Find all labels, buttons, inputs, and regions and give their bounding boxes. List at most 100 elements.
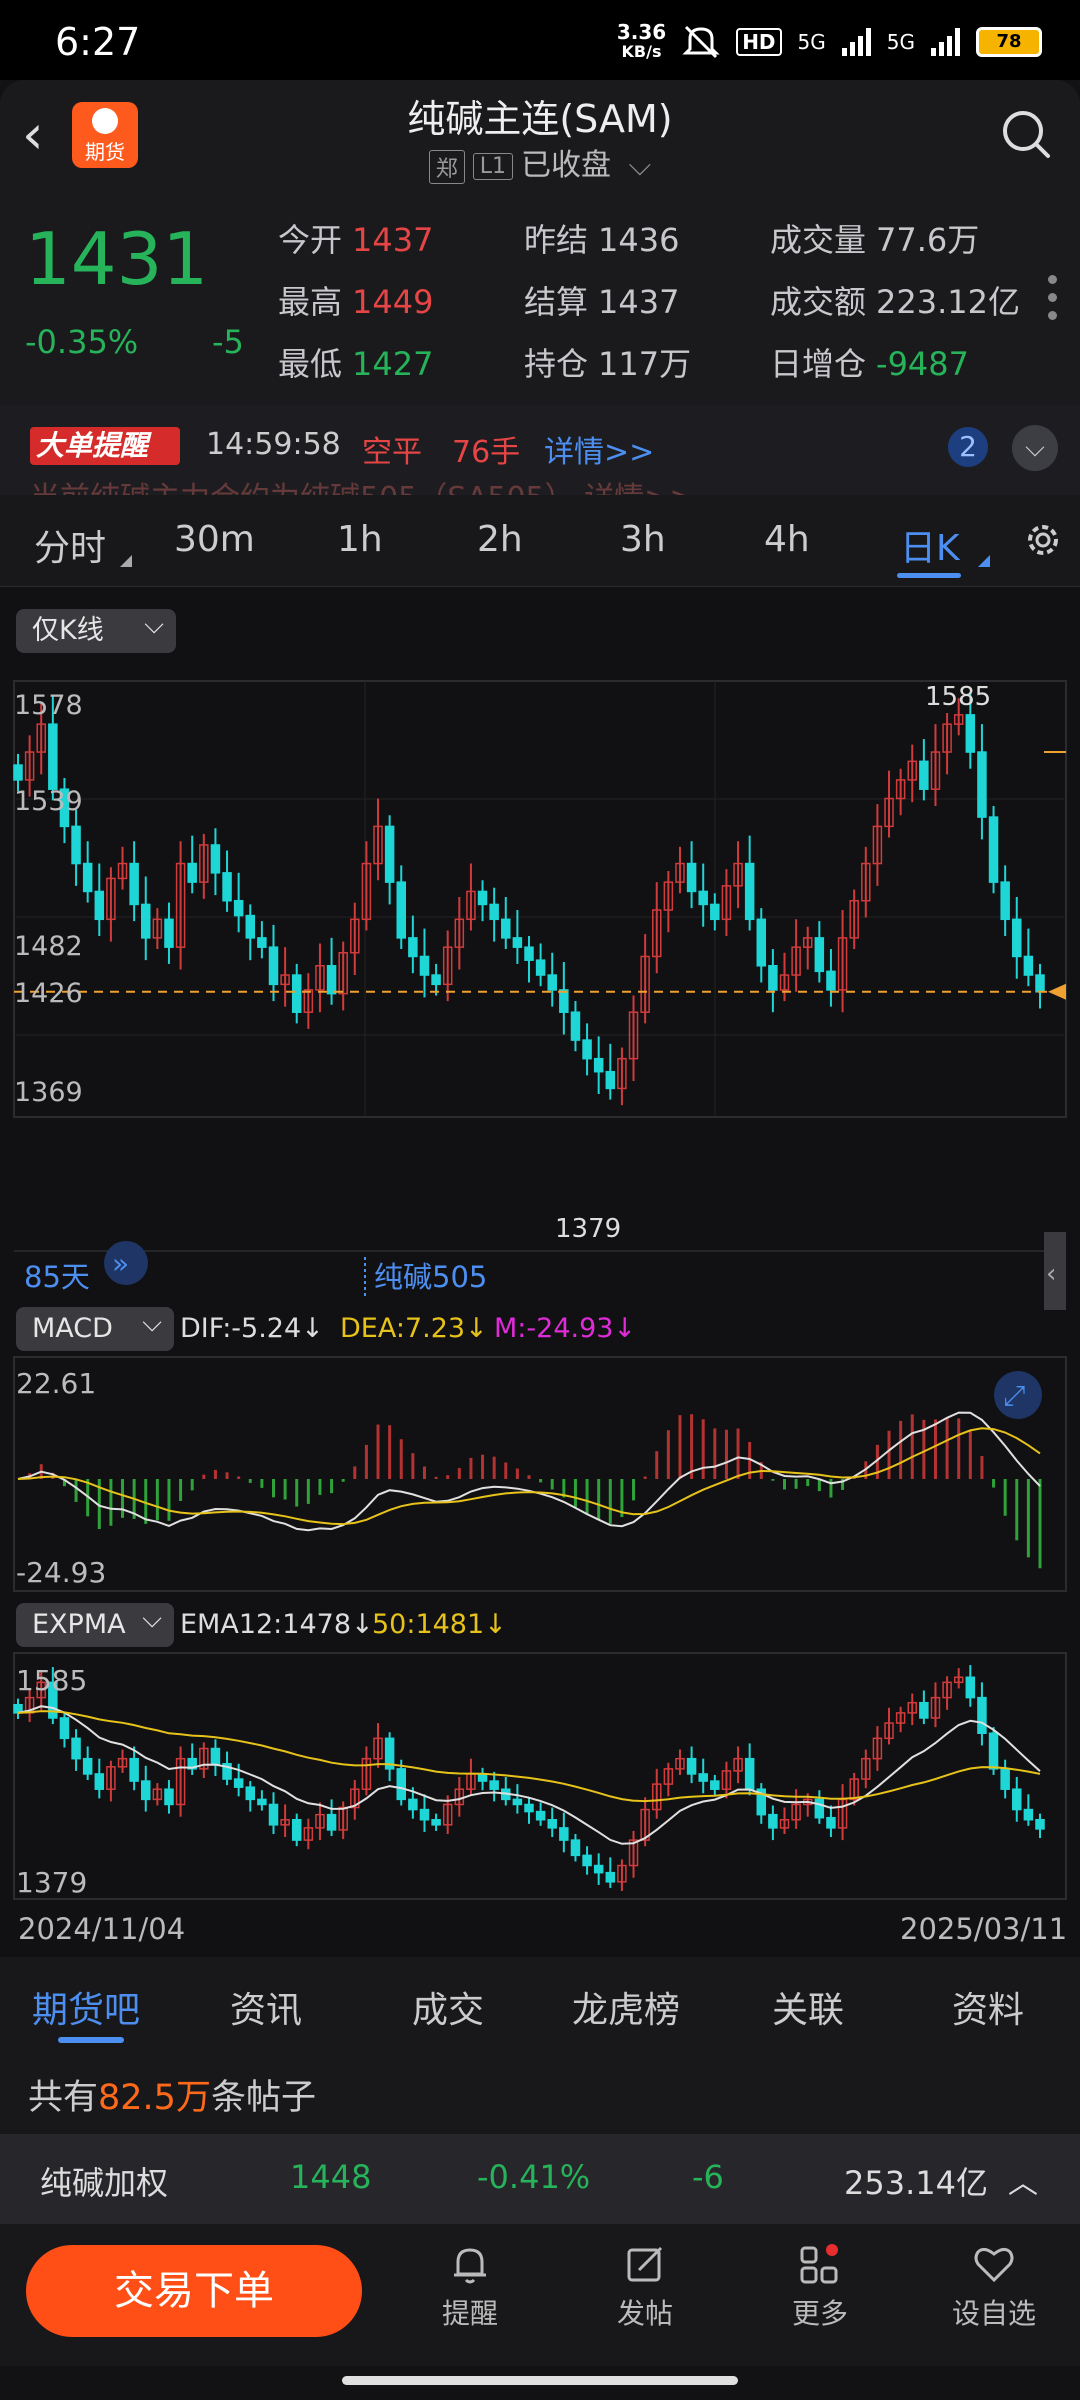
market-state: 已收盘 xyxy=(520,148,611,183)
open-stat: 今开 1437 xyxy=(278,221,434,259)
candle-body xyxy=(965,714,976,753)
market-state-selector[interactable]: 郑 L1 已收盘 ⌵ xyxy=(0,140,1080,184)
signal-icon xyxy=(841,28,871,56)
alert-scroll-text: 当前纯碱主力合约为纯碱505（SA505） 详情>> xyxy=(30,473,694,495)
chart-area[interactable]: 仅K线 1578 1539 1482 1369 1426 1585 1379 8… xyxy=(0,587,1080,1957)
candle-body xyxy=(593,1057,604,1073)
alert-details-link[interactable]: 详情>> xyxy=(544,427,654,471)
candle-body xyxy=(768,1813,778,1829)
candle-body xyxy=(710,1780,720,1790)
alert-action: 空平 xyxy=(362,435,422,470)
candle-body xyxy=(559,1827,569,1841)
tab-leaderboard[interactable]: 龙虎榜 xyxy=(572,1981,680,2033)
tab-4h[interactable]: 4h xyxy=(764,519,810,560)
last-price-arrow-icon xyxy=(1048,983,1066,1000)
candle-body xyxy=(512,1798,523,1806)
candle-body xyxy=(1000,881,1010,921)
tab-timeshare[interactable]: 分时 xyxy=(34,519,106,571)
expand-chevron-icon[interactable]: ⌵ xyxy=(1012,425,1058,471)
dea-value: DEA:7.23↓ xyxy=(340,1313,488,1344)
candle-body xyxy=(408,937,418,958)
change-value: -5 xyxy=(212,323,244,361)
candle-body xyxy=(431,1818,441,1826)
tab-profile[interactable]: 资料 xyxy=(952,1981,1024,2033)
candle-body xyxy=(71,825,81,865)
candle-body xyxy=(698,1773,708,1782)
candle-body xyxy=(164,918,174,948)
oi-stat: 持仓 117万 xyxy=(524,345,692,383)
start-date-label: 2024/11/04 xyxy=(18,1912,185,1946)
more-button[interactable]: 更多 xyxy=(760,2242,880,2332)
candle-body xyxy=(222,872,232,902)
candle-body xyxy=(141,903,151,939)
post-label: 发帖 xyxy=(616,2297,673,2330)
candle-body xyxy=(129,1757,139,1782)
kline-chart[interactable]: 1578 1539 1482 1369 1426 1585 1379 85天 »… xyxy=(0,587,1080,1957)
candle-body xyxy=(570,1011,581,1041)
macd-min-label: -24.93 xyxy=(16,1556,106,1589)
candle-body xyxy=(605,1871,616,1883)
kline-frame xyxy=(13,680,1067,1118)
candle-body xyxy=(94,890,105,921)
more-vertical-icon[interactable] xyxy=(1048,275,1058,329)
header: ‹ 期货 纯碱主连(SAM) 郑 L1 已收盘 ⌵ xyxy=(0,80,1080,195)
remind-button[interactable]: 提醒 xyxy=(410,2242,530,2332)
candle-body xyxy=(710,903,720,921)
bell-icon xyxy=(454,2248,486,2284)
expma-select[interactable]: EXPMA xyxy=(16,1597,174,1647)
y-tick-label: 1369 xyxy=(14,1077,83,1108)
tab-trades[interactable]: 成交 xyxy=(412,1981,484,2033)
mute-icon xyxy=(682,25,720,59)
y-tick-label: 1578 xyxy=(14,690,83,721)
candle-body xyxy=(408,1798,418,1811)
candle-body xyxy=(1035,974,1045,993)
macd-frame xyxy=(13,1356,1067,1592)
chevron-down-icon: ⌵ xyxy=(628,148,652,183)
candle-body xyxy=(431,974,441,986)
candle-body xyxy=(13,764,23,781)
candle-body xyxy=(419,955,430,976)
related-amount: 253.14亿 xyxy=(844,2164,988,2202)
related-contract-bar[interactable]: 纯碱加权 1448 -0.41% -6 253.14亿 ︿ xyxy=(0,2134,1080,2224)
candle-body xyxy=(326,965,337,995)
active-tab-underline xyxy=(897,573,961,578)
macd-select[interactable]: MACD xyxy=(16,1301,174,1351)
dif-line xyxy=(17,1411,1041,1532)
net-speed: 3.36 KB/s xyxy=(616,20,667,61)
tab-related[interactable]: 关联 xyxy=(772,1981,844,2033)
corner-triangle-icon xyxy=(978,555,990,567)
expma-frame xyxy=(13,1652,1067,1900)
tab-daily-k[interactable]: 日K xyxy=(900,519,960,571)
macd-max-label: 22.61 xyxy=(16,1367,96,1400)
candle-body xyxy=(129,862,139,906)
gear-icon[interactable] xyxy=(1020,517,1066,563)
alert-time: 14:59:58 xyxy=(206,427,341,462)
turnover-stat: 成交额 223.12亿 xyxy=(770,283,1020,321)
trade-button[interactable]: 交易下单 xyxy=(26,2245,362,2337)
related-change: -6 xyxy=(692,2158,724,2196)
chevron-up-icon[interactable]: ︿ xyxy=(1008,2158,1038,2202)
tab-news[interactable]: 资讯 xyxy=(230,1981,302,2033)
candle-body xyxy=(489,903,499,921)
tab-3h[interactable]: 3h xyxy=(620,519,666,560)
end-date-label: 2025/03/11 xyxy=(900,1912,1067,1946)
tab-1h[interactable]: 1h xyxy=(337,519,383,560)
candle-body xyxy=(686,862,697,893)
tab-2h[interactable]: 2h xyxy=(477,519,523,560)
big-order-alert[interactable]: 大单提醒 14:59:58 空平 76手 详情>> 当前纯碱主力合约为纯碱505… xyxy=(0,405,1080,495)
candle-body xyxy=(686,1757,697,1775)
tab-forum[interactable]: 期货吧 xyxy=(32,1981,140,2033)
watchlist-button[interactable]: 设自选 xyxy=(934,2242,1054,2332)
candle-body xyxy=(326,1813,337,1831)
candle-body xyxy=(477,1773,488,1782)
candle-body xyxy=(419,1808,430,1821)
post-button[interactable]: 发帖 xyxy=(585,2242,705,2332)
search-icon[interactable] xyxy=(1000,108,1052,160)
ema12-value: EMA12:1478↓ xyxy=(180,1609,374,1640)
signal2-icon xyxy=(931,28,960,56)
candle-body xyxy=(512,937,523,948)
candle-body xyxy=(977,751,987,818)
tab-30m[interactable]: 30m xyxy=(174,519,255,560)
oi-change-stat: 日增仓 -9487 xyxy=(770,345,969,383)
watchlist-label: 设自选 xyxy=(951,2297,1036,2330)
